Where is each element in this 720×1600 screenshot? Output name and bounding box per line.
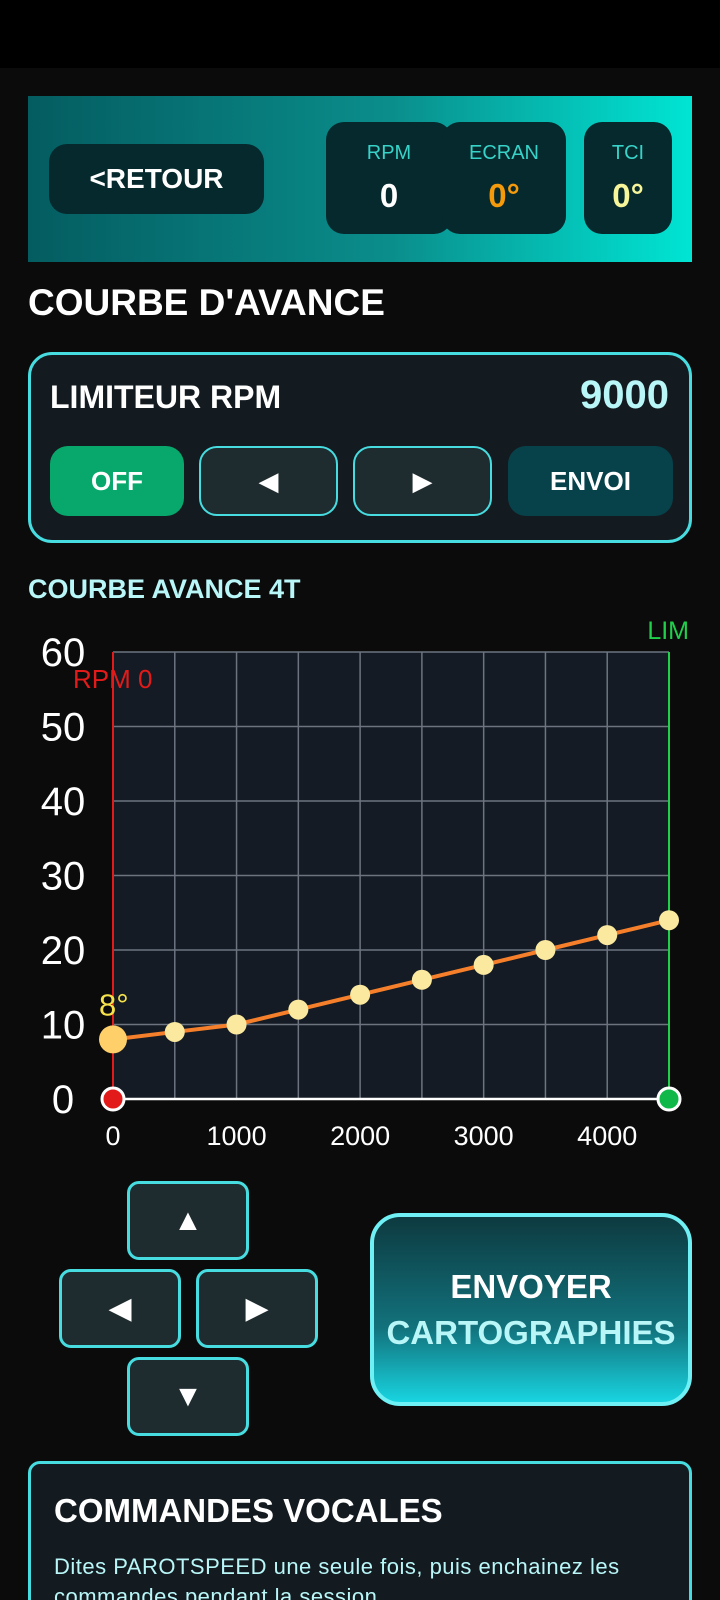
y-tick-label: 10 [41,1004,86,1048]
y-tick-label: 20 [41,929,86,973]
x-tick-label: 2000 [330,1121,390,1151]
ecran-stat: ECRAN 0° [442,122,566,234]
send-maps-label-line1: ENVOYER [450,1267,612,1305]
x-tick-label: 0 [105,1121,120,1151]
tci-stat-label: TCI [611,141,645,164]
advance-curve-chart[interactable]: 01020304050600 1000 2000 3000 4000RPM 0LIM8° [0,600,720,1160]
rpm-stat-value: 0 [379,176,399,214]
curve-point[interactable] [597,925,618,946]
curve-point[interactable] [659,910,679,931]
limiter-off-button[interactable]: OFF [50,446,184,516]
y-tick-label: 50 [41,706,86,750]
limit-marker-dot [656,1086,682,1112]
curve-point[interactable] [99,1025,127,1054]
dpad-down-button[interactable]: ▼ [127,1357,249,1436]
ecran-stat-label: ECRAN [468,141,539,164]
rpm-stat: RPM 0 [326,122,452,234]
curve-point[interactable] [350,984,371,1005]
voice-commands-card: COMMANDES VOCALES Dites PAROTSPEED une s… [28,1461,692,1600]
curve-point[interactable] [411,969,432,990]
curve-point[interactable] [226,1014,247,1035]
x-tick-label: 3000 [454,1121,514,1151]
page-title: COURBE D'AVANCE [28,282,385,323]
limit-label: LIM [647,617,689,645]
y-tick-label: 0 [52,1078,74,1122]
status-bar [0,0,720,68]
current-rpm-marker-dot [100,1086,126,1112]
limiter-label: LIMITEUR RPM [50,379,282,415]
back-button[interactable]: <RETOUR [49,144,264,214]
dpad-left-button[interactable]: ◀ [59,1269,181,1348]
selected-point-label: 8° [99,987,129,1022]
curve-point[interactable] [535,940,556,960]
rpm-stat-label: RPM [366,141,412,164]
y-tick-label: 40 [41,780,86,824]
send-maps-label-line2: CARTOGRAPHIES [386,1313,676,1351]
x-tick-label: 4000 [577,1121,637,1151]
header-bar: <RETOUR RPM 0 ECRAN 0° TCI 0° [28,96,692,262]
limiter-increase-button[interactable]: ▶ [353,446,492,516]
send-maps-button[interactable]: ENVOYER CARTOGRAPHIES [370,1213,692,1406]
curve-point[interactable] [164,1021,185,1042]
tci-stat-value: 0° [612,176,644,214]
rpm-limiter-card: LIMITEUR RPM 9000 OFF ◀ ▶ ENVOI [28,352,692,543]
curve-point[interactable] [288,999,309,1020]
limiter-send-button[interactable]: ENVOI [508,446,673,516]
current-rpm-label: RPM 0 [73,664,152,694]
dpad-up-button[interactable]: ▲ [127,1181,249,1260]
x-tick-label: 1000 [207,1121,267,1151]
voice-commands-text: Dites PAROTSPEED une seule fois, puis en… [54,1554,620,1600]
voice-commands-title: COMMANDES VOCALES [54,1492,443,1529]
ecran-stat-value: 0° [488,176,520,214]
dpad-right-button[interactable]: ▶ [196,1269,318,1348]
limiter-decrease-button[interactable]: ◀ [199,446,338,516]
limiter-value: 9000 [580,373,669,417]
curve-point[interactable] [473,954,494,975]
y-tick-label: 30 [41,855,86,899]
tci-stat: TCI 0° [584,122,672,234]
